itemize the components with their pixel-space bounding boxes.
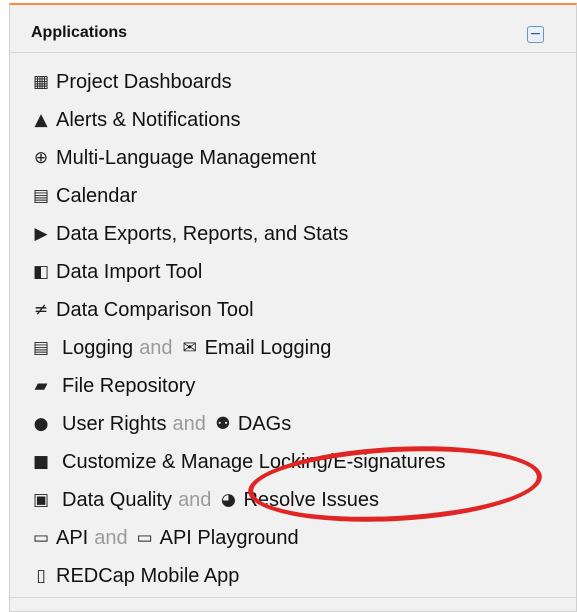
menu-item-logging: ▤ Logging and ✉ Email Logging bbox=[30, 333, 331, 363]
menu-item-mobile-app[interactable]: ▯ REDCap Mobile App bbox=[30, 561, 239, 591]
clipboard-check-icon: ▣ bbox=[32, 490, 50, 510]
menu-item-locking[interactable]: ■ Customize & Manage Locking/E-signature… bbox=[30, 447, 446, 477]
menu-item-label[interactable]: Data Import Tool bbox=[56, 261, 202, 284]
and-connector: and bbox=[139, 336, 173, 359]
and-connector: and bbox=[94, 526, 128, 549]
data-quality-link[interactable]: Data Quality bbox=[62, 489, 172, 512]
api-link[interactable]: API bbox=[56, 527, 88, 550]
applications-panel: Applications − ▦ Project Dashboards ▲ Al… bbox=[9, 3, 577, 612]
file-export-icon: ▶ bbox=[34, 224, 48, 244]
menu-item-label[interactable]: Customize & Manage Locking/E-signatures bbox=[62, 451, 446, 474]
folder-open-icon: ▰ bbox=[34, 376, 48, 396]
menu-item-user-rights: ● User Rights and ⚉ DAGs bbox=[30, 409, 292, 439]
globe-icon: ⊕ bbox=[33, 148, 49, 168]
user-rights-link[interactable]: User Rights bbox=[62, 413, 166, 436]
envelope-list-icon: ✉ bbox=[182, 338, 197, 358]
menu-item-label[interactable]: File Repository bbox=[62, 375, 195, 398]
collapse-button[interactable]: − bbox=[527, 26, 544, 43]
and-connector: and bbox=[172, 412, 206, 435]
tablet-icon: ▯ bbox=[36, 566, 46, 586]
resolve-issues-link[interactable]: Resolve Issues bbox=[243, 489, 379, 512]
menu-item-label[interactable]: Calendar bbox=[56, 185, 137, 208]
monitor-icon: ▦ bbox=[32, 72, 50, 92]
menu-item-file-repository[interactable]: ▰ File Repository bbox=[30, 371, 195, 401]
api-icon: ▭ bbox=[32, 528, 50, 548]
menu-item-data-quality: ▣ Data Quality and ◕ Resolve Issues bbox=[30, 485, 379, 515]
menu-item-label[interactable]: Project Dashboards bbox=[56, 71, 232, 94]
menu-item-label[interactable]: Multi-Language Management bbox=[56, 147, 316, 170]
not-equal-icon: ≠ bbox=[33, 300, 49, 320]
api-playground-link[interactable]: API Playground bbox=[160, 527, 299, 550]
user-icon: ● bbox=[33, 414, 49, 434]
menu-item-label[interactable]: Alerts & Notifications bbox=[56, 109, 241, 132]
menu-item-label[interactable]: Data Comparison Tool bbox=[56, 299, 254, 322]
api-icon: ▭ bbox=[136, 528, 153, 548]
users-icon: ⚉ bbox=[215, 414, 231, 434]
logging-link[interactable]: Logging bbox=[62, 337, 133, 360]
and-connector: and bbox=[178, 488, 212, 511]
menu-item-alerts[interactable]: ▲ Alerts & Notifications bbox=[30, 105, 241, 135]
menu-item-data-import[interactable]: ◧ Data Import Tool bbox=[30, 257, 202, 287]
menu-item-api: ▭ API and ▭ API Playground bbox=[30, 523, 299, 553]
menu-item-project-dashboards[interactable]: ▦ Project Dashboards bbox=[30, 67, 232, 97]
list-icon: ▤ bbox=[32, 338, 50, 358]
comments-icon: ◕ bbox=[221, 490, 236, 510]
menu-item-calendar[interactable]: ▤ Calendar bbox=[30, 181, 137, 211]
bell-icon: ▲ bbox=[34, 110, 48, 130]
menu-item-multilang[interactable]: ⊕ Multi-Language Management bbox=[30, 143, 316, 173]
file-import-icon: ◧ bbox=[32, 262, 50, 282]
panel-title: Applications bbox=[31, 24, 128, 41]
email-logging-link[interactable]: Email Logging bbox=[205, 337, 332, 360]
calendar-icon: ▤ bbox=[32, 186, 50, 206]
dags-link[interactable]: DAGs bbox=[238, 413, 291, 436]
menu-item-data-exports[interactable]: ▶ Data Exports, Reports, and Stats bbox=[30, 219, 348, 249]
panel-header: Applications − bbox=[10, 5, 576, 53]
footer-strip bbox=[10, 597, 576, 611]
lock-icon: ■ bbox=[32, 452, 50, 472]
menu-item-label[interactable]: REDCap Mobile App bbox=[56, 565, 239, 588]
menu-item-label[interactable]: Data Exports, Reports, and Stats bbox=[56, 223, 348, 246]
menu-item-data-comparison[interactable]: ≠ Data Comparison Tool bbox=[30, 295, 254, 325]
